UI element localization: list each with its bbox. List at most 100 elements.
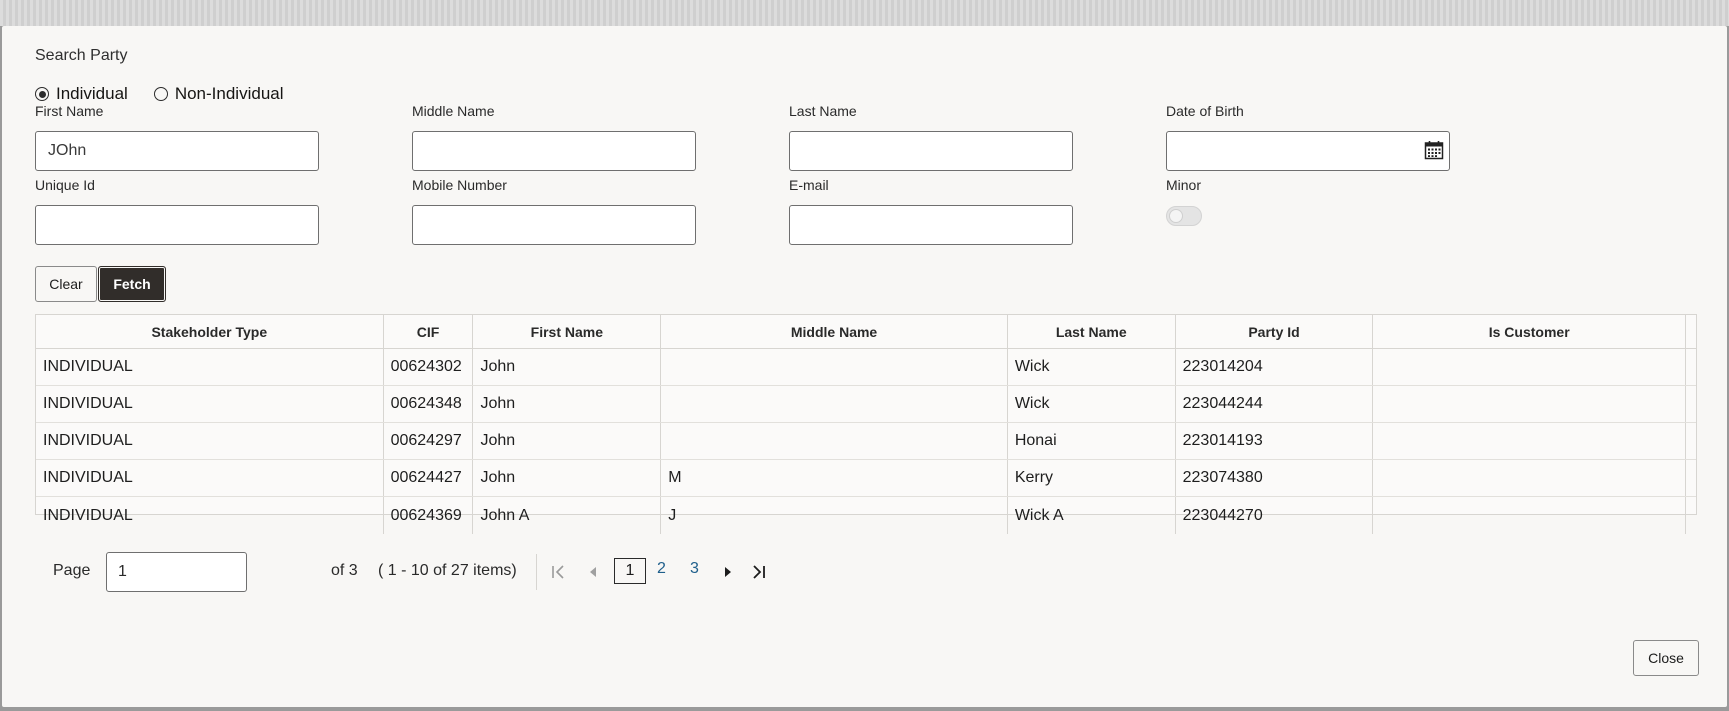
minor-group: Minor	[1166, 177, 1450, 226]
cell-is-customer	[1373, 349, 1687, 385]
cell-first-name: John	[473, 423, 662, 459]
cell-party-id: 223044270	[1176, 497, 1374, 534]
cell-first-name: John	[473, 460, 662, 496]
cell-cif: 00624302	[384, 349, 474, 385]
cell-is-customer	[1373, 423, 1687, 459]
column-header[interactable]: Stakeholder Type	[36, 315, 384, 348]
cell-last-name: Kerry	[1008, 460, 1176, 496]
cell-party-id: 223014193	[1176, 423, 1374, 459]
table-row[interactable]: INDIVIDUAL 00624369 John A J Wick A 2230…	[36, 497, 1696, 534]
page-label: Page	[53, 562, 91, 579]
previous-page-icon[interactable]	[583, 561, 605, 583]
middle-name-input[interactable]	[412, 131, 696, 171]
cell-is-customer	[1373, 386, 1687, 422]
column-header[interactable]: Middle Name	[661, 315, 1008, 348]
current-page: 1	[614, 558, 646, 584]
dialog-title: Search Party	[35, 47, 128, 64]
cell-party-id: 223044244	[1176, 386, 1374, 422]
dob-group: Date of Birth	[1166, 103, 1450, 171]
column-header[interactable]: Party Id	[1176, 315, 1374, 348]
pager-divider	[536, 554, 537, 590]
radio-unchecked-icon	[153, 87, 168, 101]
page-count-text: of 3	[331, 562, 358, 579]
cell-middle-name: J	[661, 497, 1008, 534]
close-button[interactable]: Close	[1633, 640, 1699, 676]
cell-last-name: Wick	[1008, 349, 1176, 385]
dob-input[interactable]	[1166, 131, 1450, 171]
cell-cif: 00624369	[384, 497, 474, 534]
cell-stakeholder-type: INDIVIDUAL	[36, 423, 384, 459]
column-header[interactable]: CIF	[384, 315, 474, 348]
cell-first-name: John	[473, 349, 662, 385]
background-strip	[0, 0, 1729, 26]
cell-last-name: Honai	[1008, 423, 1176, 459]
items-range-text: ( 1 - 10 of 27 items)	[378, 562, 517, 579]
cell-middle-name	[661, 423, 1008, 459]
dob-label: Date of Birth	[1166, 103, 1244, 119]
table-header: Stakeholder Type CIF First Name Middle N…	[36, 315, 1696, 349]
next-page-icon[interactable]	[717, 561, 739, 583]
email-input[interactable]	[789, 205, 1073, 245]
minor-toggle[interactable]	[1166, 206, 1202, 226]
last-name-label: Last Name	[789, 103, 857, 119]
radio-individual-label: Individual	[56, 84, 128, 103]
table-row[interactable]: INDIVIDUAL 00624348 John Wick 223044244	[36, 386, 1696, 423]
party-type-radio-group: Individual Non-Individual	[35, 84, 284, 104]
cell-first-name: John A	[473, 497, 662, 534]
unique-id-input[interactable]	[35, 205, 319, 245]
unique-id-label: Unique Id	[35, 177, 95, 193]
table-row[interactable]: INDIVIDUAL 00624297 John Honai 223014193	[36, 423, 1696, 460]
column-header[interactable]: Is Customer	[1373, 315, 1687, 348]
mobile-group: Mobile Number	[412, 177, 696, 245]
cell-stakeholder-type: INDIVIDUAL	[36, 460, 384, 496]
cell-last-name: Wick	[1008, 386, 1176, 422]
cell-cif: 00624348	[384, 386, 474, 422]
radio-non-individual[interactable]: Non-Individual	[153, 84, 284, 104]
mobile-input[interactable]	[412, 205, 696, 245]
cell-middle-name	[661, 386, 1008, 422]
cell-cif: 00624427	[384, 460, 474, 496]
calendar-icon[interactable]	[1424, 140, 1444, 160]
clear-button[interactable]: Clear	[35, 266, 97, 302]
search-party-dialog: Search Party Individual Non-Individual F…	[2, 26, 1727, 707]
cell-stakeholder-type: INDIVIDUAL	[36, 497, 384, 534]
column-header-spacer	[1686, 315, 1696, 348]
middle-name-group: Middle Name	[412, 103, 696, 171]
first-name-label: First Name	[35, 103, 104, 119]
fetch-button[interactable]: Fetch	[98, 266, 166, 302]
cell-first-name: John	[473, 386, 662, 422]
unique-id-group: Unique Id	[35, 177, 319, 245]
table-row[interactable]: INDIVIDUAL 00624427 John M Kerry 2230743…	[36, 460, 1696, 497]
cell-middle-name	[661, 349, 1008, 385]
cell-is-customer	[1373, 460, 1687, 496]
email-group: E-mail	[789, 177, 1073, 245]
cell-stakeholder-type: INDIVIDUAL	[36, 349, 384, 385]
first-name-input[interactable]	[35, 131, 319, 171]
first-name-group: First Name	[35, 103, 319, 171]
last-name-input[interactable]	[789, 131, 1073, 171]
cell-is-customer	[1373, 497, 1687, 534]
last-name-group: Last Name	[789, 103, 1073, 171]
minor-label: Minor	[1166, 177, 1202, 193]
radio-checked-icon	[35, 87, 49, 101]
cell-middle-name: M	[661, 460, 1008, 496]
email-label: E-mail	[789, 177, 829, 193]
cell-party-id: 223014204	[1176, 349, 1374, 385]
column-header[interactable]: First Name	[473, 315, 662, 348]
table-row[interactable]: INDIVIDUAL 00624302 John Wick 223014204	[36, 349, 1696, 386]
page-link-2[interactable]: 2	[657, 560, 666, 578]
cell-stakeholder-type: INDIVIDUAL	[36, 386, 384, 422]
cell-last-name: Wick A	[1008, 497, 1176, 534]
last-page-icon[interactable]	[748, 561, 770, 583]
results-table: Stakeholder Type CIF First Name Middle N…	[35, 314, 1697, 534]
middle-name-label: Middle Name	[412, 103, 495, 119]
cell-cif: 00624297	[384, 423, 474, 459]
page-link-3[interactable]: 3	[690, 560, 699, 578]
first-page-icon[interactable]	[548, 561, 570, 583]
mobile-label: Mobile Number	[412, 177, 507, 193]
page-number-input[interactable]	[106, 552, 247, 592]
radio-non-individual-label: Non-Individual	[174, 84, 284, 103]
column-header[interactable]: Last Name	[1008, 315, 1176, 348]
radio-individual[interactable]: Individual	[35, 84, 128, 104]
pagination: Page of 3 ( 1 - 10 of 27 items) 1 2 3	[53, 552, 793, 592]
